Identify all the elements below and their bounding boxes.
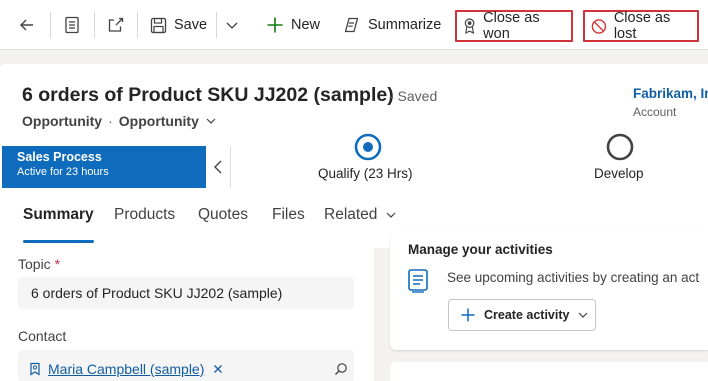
save-icon: [150, 17, 167, 33]
activity-list-icon: [408, 269, 428, 293]
contact-lookup-field[interactable]: Maria Campbell (sample): [18, 350, 354, 381]
form-selector[interactable]: Opportunity: [119, 113, 199, 129]
save-status: - Saved: [389, 88, 438, 104]
breadcrumb-separator: ·: [108, 113, 113, 129]
stage-develop[interactable]: Develop: [594, 166, 644, 181]
stage-qualify-label: Qualify: [318, 166, 361, 181]
open-in-new-window-icon: [108, 17, 124, 32]
process-active-time: Active for 23 hours: [17, 166, 109, 178]
tab-quotes[interactable]: Quotes: [198, 206, 248, 224]
close-as-won-button[interactable]: Close as won: [455, 10, 573, 42]
new-label: New: [291, 17, 321, 33]
toolbar-divider: [50, 12, 51, 38]
required-indicator: *: [54, 256, 61, 272]
account-link[interactable]: Fabrikam, In: [633, 86, 708, 101]
topic-input[interactable]: 6 orders of Product SKU JJ202 (sample): [18, 277, 354, 309]
save-button[interactable]: Save: [150, 8, 207, 42]
tab-files[interactable]: Files: [272, 206, 305, 224]
summarize-label: Summarize: [368, 17, 442, 33]
close-icon[interactable]: [212, 363, 224, 375]
stage-qualify[interactable]: Qualify (23 Hrs): [318, 166, 413, 181]
close-as-won-label: Close as won: [483, 10, 540, 42]
active-stage-dot: [363, 142, 373, 152]
entity-type: Opportunity: [22, 113, 103, 129]
contact-card-icon: [30, 362, 40, 376]
form-icon: [65, 16, 79, 34]
search-icon[interactable]: [334, 362, 348, 376]
contact-link[interactable]: Maria Campbell (sample): [48, 361, 204, 377]
stage-qualify-duration: (23 Hrs): [363, 166, 413, 181]
account-field-label: Account: [633, 105, 677, 119]
activities-heading: Manage your activities: [408, 242, 553, 257]
toolbar-divider: [216, 12, 217, 38]
toolbar-divider: [94, 12, 95, 38]
close-as-lost-label: Close as lost: [613, 10, 671, 42]
chevron-down-icon: [226, 22, 238, 29]
entity-breadcrumb: Opportunity · Opportunity: [22, 113, 217, 129]
secondary-panel: [390, 362, 708, 381]
tab-summary[interactable]: Summary: [23, 206, 94, 224]
ribbon-icon: [464, 18, 475, 35]
save-label: Save: [174, 17, 208, 33]
plus-icon: [461, 308, 475, 322]
command-bar: Save New Summarize Close as won Close as…: [0, 0, 708, 50]
form-view-button[interactable]: [64, 8, 80, 42]
stage-develop-label: Develop: [594, 166, 644, 181]
chevron-down-icon: [579, 312, 588, 318]
new-button[interactable]: New: [266, 8, 320, 42]
tab-related-label: Related: [324, 206, 378, 223]
chevron-down-icon: [387, 212, 396, 218]
close-as-lost-button[interactable]: Close as lost: [583, 10, 699, 42]
topic-field-label: Topic *: [18, 256, 60, 272]
page-title: 6 orders of Product SKU JJ202 (sample): [22, 84, 394, 106]
chevron-down-icon[interactable]: [205, 115, 217, 127]
stage-track: [354, 133, 634, 161]
back-button[interactable]: [18, 8, 36, 42]
summarize-button[interactable]: Summarize: [342, 8, 441, 42]
summarize-icon: [344, 17, 359, 33]
create-activity-label: Create activity: [484, 308, 570, 322]
active-tab-indicator: [23, 240, 94, 243]
plus-icon: [267, 17, 283, 33]
tab-related[interactable]: Related: [324, 206, 397, 224]
contact-field-label: Contact: [18, 328, 67, 344]
save-options-button[interactable]: [225, 8, 239, 42]
back-arrow-icon: [20, 19, 33, 31]
toolbar-divider: [137, 12, 138, 38]
open-new-window-button[interactable]: [107, 8, 125, 42]
prohibited-icon: [591, 18, 607, 34]
create-activity-button[interactable]: Create activity: [448, 299, 596, 331]
topic-label-text: Topic: [18, 256, 51, 272]
tab-products[interactable]: Products: [114, 206, 175, 224]
activities-description: See upcoming activities by creating an a…: [447, 270, 700, 285]
stage-indicator-develop[interactable]: [606, 133, 634, 161]
